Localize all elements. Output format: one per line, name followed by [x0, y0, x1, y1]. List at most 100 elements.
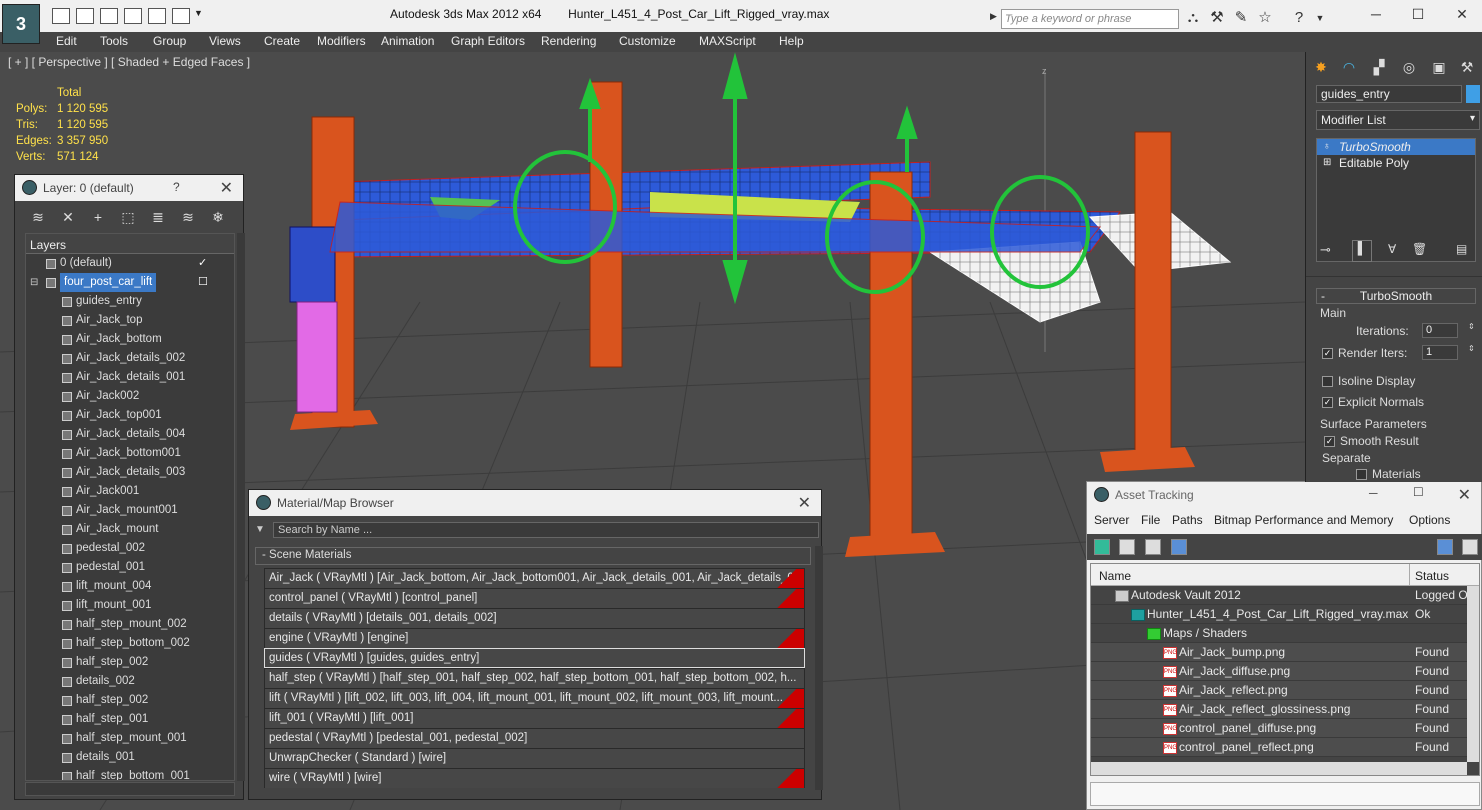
layer-object-item[interactable]: pedestal_001	[26, 558, 234, 577]
asset-row[interactable]: PNG Air_Jack_reflect.png Found	[1091, 681, 1479, 700]
layer-object-item[interactable]: details_002	[26, 672, 234, 691]
settings-icon[interactable]	[1462, 539, 1478, 555]
layer-object-item[interactable]: half_step_002	[26, 653, 234, 672]
layer-item[interactable]: 0 (default) ✓	[26, 254, 234, 273]
layer-object-item[interactable]: lift_mount_001	[26, 596, 234, 615]
layer-object-item[interactable]: half_step_bottom_002	[26, 634, 234, 653]
list-view-icon[interactable]	[1119, 539, 1135, 555]
quick-access-dropdown-icon[interactable]: ▼	[194, 8, 204, 24]
layer-object-item[interactable]: lift_mount_004	[26, 577, 234, 596]
pin-stack-icon[interactable]: ⊸	[1320, 242, 1331, 258]
menu-group[interactable]: Group	[153, 34, 186, 48]
material-item[interactable]: Air_Jack ( VRayMtl ) [Air_Jack_bottom, A…	[264, 568, 805, 588]
utilities-tab-icon[interactable]: ⚒	[1456, 56, 1478, 78]
materials-checkbox[interactable]	[1356, 469, 1367, 480]
material-item[interactable]: lift_001 ( VRayMtl ) [lift_001]	[264, 708, 805, 728]
material-search-input[interactable]: Search by Name ...	[273, 522, 819, 538]
asset-row[interactable]: Maps / Shaders	[1091, 624, 1479, 643]
asset-row[interactable]: Autodesk Vault 2012 Logged O	[1091, 586, 1479, 605]
hide-all-icon[interactable]: ≋	[179, 208, 197, 226]
close-icon[interactable]: ✕	[798, 493, 811, 513]
close-icon[interactable]: ✕	[1458, 485, 1471, 505]
asset-tracking-titlebar[interactable]: Asset Tracking ─ ☐ ✕	[1087, 482, 1481, 508]
material-item[interactable]: lift ( VRayMtl ) [lift_002, lift_003, li…	[264, 688, 805, 708]
asset-row[interactable]: PNG Air_Jack_reflect_glossiness.png Found	[1091, 700, 1479, 719]
layer-object-item[interactable]: half_step_002	[26, 691, 234, 710]
material-item[interactable]: pedestal ( VRayMtl ) [pedestal_001, pede…	[264, 728, 805, 748]
layer-object-item[interactable]: Air_Jack_mount	[26, 520, 234, 539]
close-icon[interactable]: ✕	[1452, 4, 1472, 24]
smooth-result-checkbox[interactable]: ✓	[1324, 436, 1335, 447]
app-logo-icon[interactable]: 3	[2, 4, 40, 44]
layer-object-item[interactable]: Air_Jack_details_003	[26, 463, 234, 482]
layer-object-item[interactable]: Air_Jack_bottom	[26, 330, 234, 349]
expand-plus-icon[interactable]: ⊞	[1323, 155, 1331, 171]
help-icon[interactable]: ?	[1289, 8, 1309, 28]
remove-modifier-icon[interactable]: 🗑	[1412, 242, 1427, 256]
refresh-icon[interactable]	[1094, 539, 1110, 555]
menu-tools[interactable]: Tools	[100, 34, 128, 48]
material-scrollbar[interactable]	[815, 546, 823, 790]
layer-object-item[interactable]: Air_Jack_details_004	[26, 425, 234, 444]
material-item[interactable]: wire ( VRayMtl ) [wire]	[264, 768, 805, 788]
menu-modifiers[interactable]: Modifiers	[317, 34, 366, 48]
layer-object-item[interactable]: Air_Jack_top	[26, 311, 234, 330]
close-icon[interactable]: ✕	[220, 178, 233, 198]
spinner-arrows-icon[interactable]: ⇕	[1468, 322, 1475, 331]
menu-graph-editors[interactable]: Graph Editors	[451, 34, 525, 48]
favorites-star-icon[interactable]: ☆	[1255, 8, 1275, 28]
new-scene-icon[interactable]	[148, 8, 166, 24]
asset-menu-options[interactable]: Options	[1409, 513, 1450, 527]
menu-views[interactable]: Views	[209, 34, 241, 48]
minimize-icon[interactable]: ─	[1366, 4, 1386, 24]
freeze-all-icon[interactable]: ❄	[209, 208, 227, 226]
menu-create[interactable]: Create	[264, 34, 300, 48]
asset-menu-bitmap[interactable]: Bitmap Performance and Memory	[1214, 513, 1393, 527]
menu-help[interactable]: Help	[779, 34, 804, 48]
modifier-list-dropdown[interactable]: Modifier List ▾	[1316, 110, 1480, 130]
layer-object-item[interactable]: half_step_mount_001	[26, 729, 234, 748]
maximize-icon[interactable]: ☐	[1408, 4, 1428, 24]
layer-object-item[interactable]: half_step_001	[26, 710, 234, 729]
maximize-icon[interactable]: ☐	[1413, 485, 1424, 499]
collapse-icon[interactable]: ⊟	[30, 273, 38, 292]
options-dropdown-icon[interactable]: ▼	[255, 524, 265, 535]
motion-tab-icon[interactable]: ◎	[1398, 56, 1420, 78]
display-tab-icon[interactable]: ▣	[1428, 56, 1450, 78]
select-objects-icon[interactable]: ⬚	[119, 208, 137, 226]
configure-sets-icon[interactable]: ▤	[1456, 242, 1467, 256]
material-item[interactable]: guides ( VRayMtl ) [guides, guides_entry…	[264, 648, 805, 668]
minimize-icon[interactable]: ─	[1369, 486, 1378, 500]
layer-object-item[interactable]: details_001	[26, 748, 234, 767]
isoline-display-checkbox[interactable]	[1322, 376, 1333, 387]
layer-object-item[interactable]: Air_Jack_mount001	[26, 501, 234, 520]
stack-item-editable-poly[interactable]: ⊞ Editable Poly	[1317, 155, 1475, 171]
save-file-icon[interactable]	[76, 8, 94, 24]
help-button[interactable]: ?	[173, 180, 180, 194]
object-name-field[interactable]: guides_entry	[1316, 85, 1462, 103]
asset-row[interactable]: PNG control_panel_diffuse.png Found	[1091, 719, 1479, 738]
material-item[interactable]: UnwrapChecker ( Standard ) [wire]	[264, 748, 805, 768]
layer-object-item[interactable]: Air_Jack001	[26, 482, 234, 501]
material-item[interactable]: control_panel ( VRayMtl ) [control_panel…	[264, 588, 805, 608]
menu-edit[interactable]: Edit	[56, 34, 77, 48]
iterations-spinner[interactable]: 0	[1422, 323, 1458, 338]
hierarchy-tab-icon[interactable]: ▞	[1368, 56, 1390, 78]
spinner-arrows-icon[interactable]: ⇕	[1468, 344, 1475, 353]
column-divider[interactable]	[1409, 564, 1410, 586]
create-tab-icon[interactable]: ✸	[1310, 56, 1332, 78]
layer-object-item[interactable]: Air_Jack_top001	[26, 406, 234, 425]
layer-column-header[interactable]: Layers	[26, 234, 234, 254]
asset-horizontal-scrollbar[interactable]	[1091, 762, 1467, 775]
current-layer-check-icon[interactable]: ✓	[198, 254, 207, 273]
asset-menu-paths[interactable]: Paths	[1172, 513, 1203, 527]
tree-view-icon[interactable]	[1145, 539, 1161, 555]
layer-object-item[interactable]: Air_Jack_details_001	[26, 368, 234, 387]
help-icon[interactable]	[1437, 539, 1453, 555]
delete-layer-icon[interactable]: ✕	[59, 208, 77, 226]
reset-icon[interactable]	[172, 8, 190, 24]
asset-row[interactable]: PNG control_panel_reflect.png Found	[1091, 738, 1479, 757]
select-layer-icon[interactable]: ≣	[149, 208, 167, 226]
layer-panel-titlebar[interactable]: Layer: 0 (default) ? ✕	[15, 175, 243, 201]
new-layer-icon[interactable]: ≋	[29, 208, 47, 226]
